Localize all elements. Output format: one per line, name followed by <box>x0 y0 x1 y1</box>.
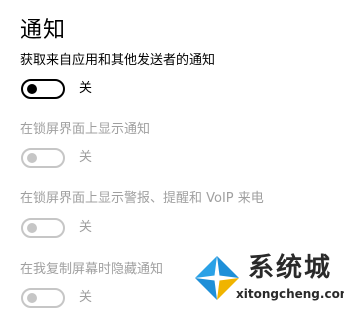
toggle-state-label: 关 <box>79 81 93 96</box>
hide-when-duplicating-toggle <box>21 288 65 308</box>
setting-label-get-notifications: 获取来自应用和其他发送者的通知 <box>20 53 216 68</box>
lock-screen-alarms-toggle <box>21 218 65 238</box>
toggle-knob <box>27 153 37 163</box>
get-notifications-toggle[interactable] <box>21 79 65 99</box>
page-title: 通知 <box>20 17 67 43</box>
watermark-url: xitongcheng.com <box>236 287 344 301</box>
toggle-state-label: 关 <box>79 290 93 305</box>
toggle-state-label: 关 <box>79 220 93 235</box>
toggle-state-label: 关 <box>79 150 93 165</box>
setting-row-get-notifications: 关 <box>21 79 92 99</box>
setting-label-lock-screen-notifications: 在锁屏界面上显示通知 <box>20 122 151 137</box>
setting-row-lock-screen-notifications: 关 <box>21 148 92 168</box>
setting-label-hide-when-duplicating: 在我复制屏幕时隐藏通知 <box>20 262 164 277</box>
setting-row-lock-screen-alarms: 关 <box>21 218 92 238</box>
toggle-knob <box>27 223 37 233</box>
lock-screen-notifications-toggle <box>21 148 65 168</box>
watermark: 系统城 xitongcheng.com <box>188 247 344 307</box>
watermark-name: 系统城 <box>248 253 333 283</box>
setting-row-hide-when-duplicating: 关 <box>21 288 92 308</box>
setting-label-lock-screen-alarms: 在锁屏界面上显示警报、提醒和 VoIP 来电 <box>20 191 264 206</box>
toggle-knob <box>27 84 37 94</box>
toggle-knob <box>27 293 37 303</box>
